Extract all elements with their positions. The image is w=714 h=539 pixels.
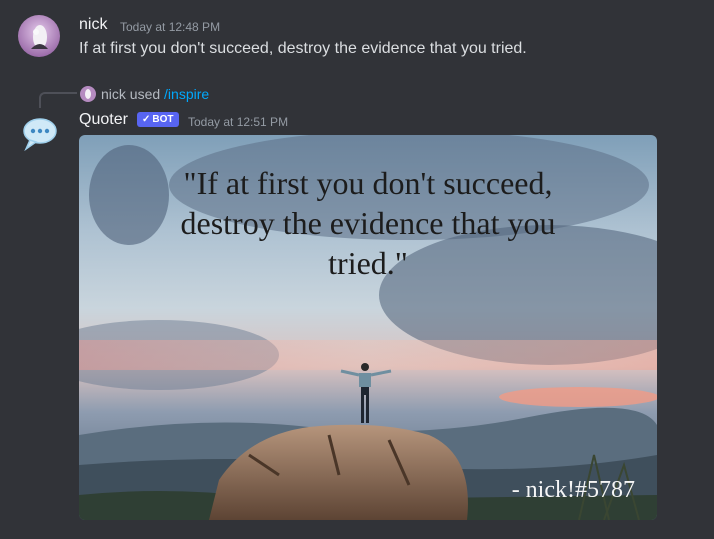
reply-connector — [39, 92, 77, 108]
reply-context: nick used /inspire — [101, 86, 209, 102]
reply-username[interactable]: nick — [101, 86, 126, 102]
bot-timestamp: Today at 12:51 PM — [188, 115, 289, 129]
quote-line-3: tried." — [328, 245, 408, 281]
speech-bubble-icon — [23, 118, 57, 152]
quote-signature: - nick!#5787 — [511, 477, 635, 503]
reply-command-link[interactable]: /inspire — [164, 86, 209, 102]
bot-tag: ✓ BOT — [137, 112, 179, 127]
bot-username[interactable]: Quoter — [79, 111, 128, 129]
verified-check-icon: ✓ — [142, 114, 151, 125]
quote-line-1: "If at first you don't succeed, — [183, 165, 553, 201]
reply-used-text: used — [129, 86, 161, 102]
reply-avatar[interactable] — [80, 86, 96, 102]
bot-avatar[interactable] — [22, 115, 58, 152]
user-avatar[interactable] — [18, 15, 60, 57]
bot-tag-label: BOT — [152, 114, 174, 125]
inspire-image[interactable]: "If at first you don't succeed, destroy … — [79, 135, 657, 520]
quote-line-2: destroy the evidence that you — [180, 205, 556, 241]
quote-text: "If at first you don't succeed, destroy … — [79, 163, 657, 283]
message-content: If at first you don't succeed, destroy t… — [79, 40, 527, 57]
timestamp: Today at 12:48 PM — [120, 20, 221, 34]
username[interactable]: nick — [79, 16, 107, 34]
